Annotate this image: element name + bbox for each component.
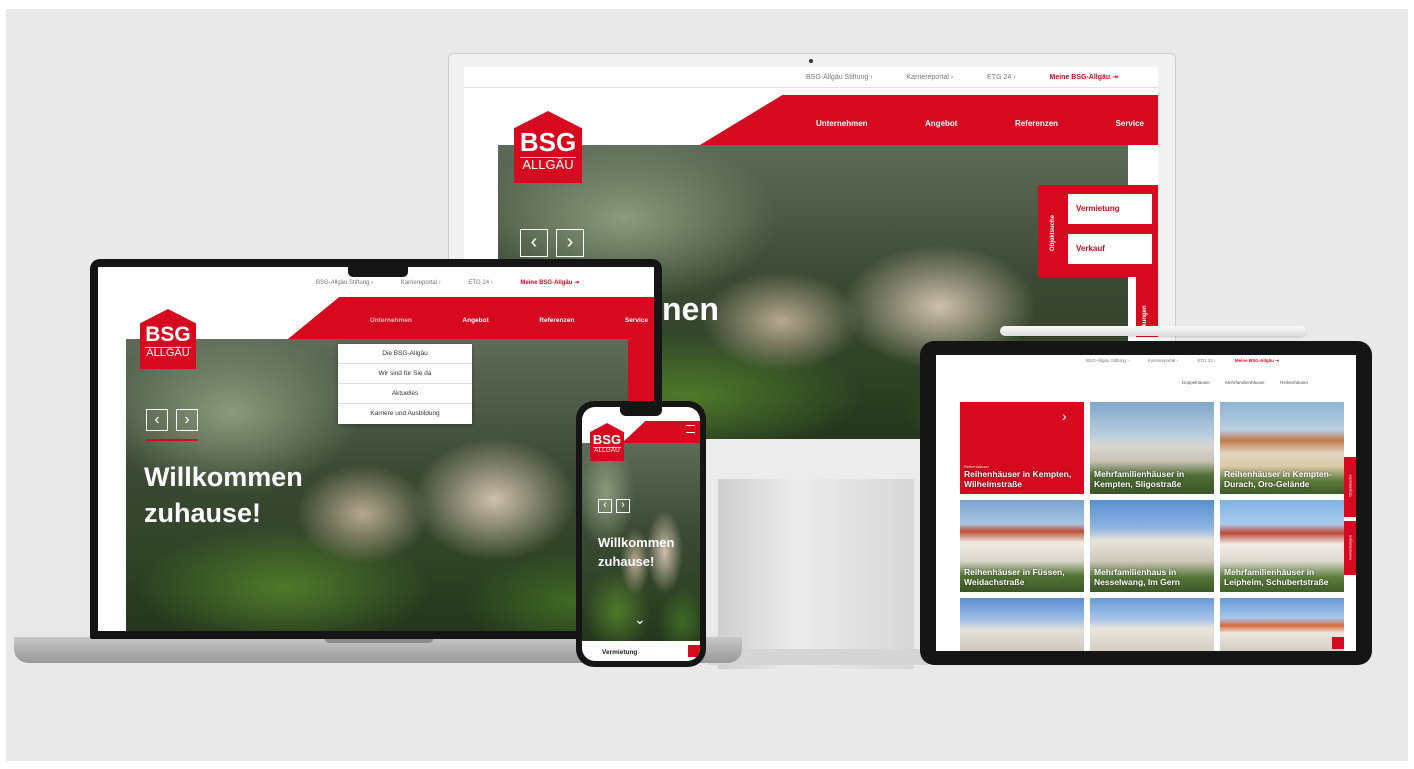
nav-service[interactable]: Service	[1116, 119, 1144, 128]
laptop-link-meine[interactable]: Meine BSG-Allgäu ⇥	[520, 279, 579, 286]
dropdown-item[interactable]: Karriere und Ausbildung	[338, 404, 472, 424]
monitor-logo[interactable]: BSG ALLGÄU	[514, 111, 582, 183]
laptop-top-links: BSG-Allgäu Stiftung › Karriereportal › E…	[316, 279, 579, 286]
monitor-nav: Unternehmen Angebot Referenzen Service	[816, 119, 1156, 128]
tablet-link-etg[interactable]: ETG 24 ›	[1197, 358, 1215, 363]
tablet-objektsuche-label: Objektsuche	[1347, 474, 1353, 497]
tablet-scroll-top-button[interactable]	[1332, 637, 1344, 649]
phone-prev-button[interactable]: ‹	[598, 499, 612, 513]
tablet-screen: BSG-Allgäu Stiftung › Karriereportal › E…	[936, 355, 1356, 651]
laptop-nav: Unternehmen Angebot Referenzen Service	[370, 317, 648, 324]
top-link-etg[interactable]: ETG 24 ›	[987, 74, 1015, 81]
nav-unternehmen[interactable]: Unternehmen	[816, 119, 868, 128]
tablet-anmerkungen-label: Anmerkungen	[1347, 535, 1353, 560]
tablet-link-stiftung[interactable]: BSG-Allgäu Stiftung ›	[1086, 358, 1129, 363]
property-tile	[1220, 598, 1344, 651]
laptop-hero-accent	[146, 439, 198, 441]
phone-logo[interactable]: BSG ALLGÄU	[590, 423, 624, 461]
laptop-nav-service[interactable]: Service	[625, 317, 648, 324]
monitor-camera	[809, 59, 813, 63]
monitor-vermietung-button[interactable]: Vermietung	[1068, 194, 1152, 224]
property-tile[interactable]: Mehrfamilienhäuser in Kempten, Sligostra…	[1090, 402, 1214, 494]
top-link-meine[interactable]: Meine BSG-Allgäu ⇥	[1050, 73, 1118, 81]
laptop-camera-notch	[348, 267, 408, 277]
property-tile[interactable]: › Reihenhäuser Reihenhäuser in Kempten, W…	[960, 402, 1084, 494]
property-tile	[1090, 598, 1214, 651]
property-tile[interactable]: Reihenhäuser in Füssen, Weidachstraße	[960, 500, 1084, 592]
chevron-down-icon[interactable]: ⌄	[634, 611, 646, 628]
monitor-next-button[interactable]: ›	[556, 229, 584, 257]
tablet-link-karriere[interactable]: Karriereportal ›	[1148, 358, 1178, 363]
laptop-nav-unternehmen[interactable]: Unternehmen	[370, 317, 412, 324]
phone-notch	[620, 407, 662, 416]
filter-mehrfamilienhaeuser[interactable]: Mehrfamilienhäuser	[1225, 380, 1265, 385]
monitor-hero-partial: nen	[662, 291, 719, 327]
monitor-prev-button[interactable]: ‹	[520, 229, 548, 257]
monitor-divider	[464, 87, 1158, 88]
laptop-logo[interactable]: BSG ALLGÄU	[140, 309, 196, 369]
tablet-link-meine[interactable]: Meine BSG-Allgäu ⇥	[1235, 358, 1279, 364]
showcase-stage: BSG-Allgäu Stiftung › Karriereportal › E…	[6, 9, 1408, 761]
laptop-link-etg[interactable]: ETG 24 ›	[468, 280, 492, 286]
property-tile	[960, 598, 1084, 651]
property-tile[interactable]: Mehrfamilienhaus in Nesselwang, Im Gern	[1090, 500, 1214, 592]
stylus	[1000, 326, 1306, 336]
tablet-filter-bar: Doppelhäuser Mehrfamilienhäuser Reihenhä…	[1182, 380, 1308, 385]
monitor-objektsuche-label: Objektsuche	[1050, 214, 1056, 251]
laptop-dropdown-menu: Die BSG-Allgäu Wir sind für Sie da Aktue…	[338, 344, 472, 424]
dropdown-item[interactable]: Aktuelles	[338, 384, 472, 404]
phone-menu-icon[interactable]	[686, 425, 695, 433]
monitor-stand-neck	[718, 479, 914, 669]
phone-bottom-label[interactable]: Vermietung	[602, 649, 637, 656]
property-tile[interactable]: Reihenhäuser in Kempten-Durach, Oro-Gelä…	[1220, 402, 1344, 494]
top-link-stiftung[interactable]: BSG-Allgäu Stiftung ›	[806, 74, 873, 81]
phone-bottom-button[interactable]	[688, 645, 700, 657]
phone-hero-title: Willkommen zuhause!	[598, 535, 675, 569]
monitor-verkauf-button[interactable]: Verkauf	[1068, 234, 1152, 264]
laptop-link-karriere[interactable]: Karriereportal ›	[401, 280, 441, 286]
laptop-nav-angebot[interactable]: Angebot	[462, 317, 488, 324]
top-link-karriere[interactable]: Karriereportal ›	[907, 74, 954, 81]
laptop-screen: BSG-Allgäu Stiftung › Karriereportal › E…	[98, 267, 654, 631]
property-tile[interactable]: Mehrfamilienhäuser in Leipheim, Schubert…	[1220, 500, 1344, 592]
laptop-prev-button[interactable]: ‹	[146, 409, 168, 431]
monitor-side-tab-label: rkungen	[1142, 305, 1148, 329]
dropdown-item[interactable]: Wir sind für Sie da	[338, 364, 472, 384]
tablet-top-links: BSG-Allgäu Stiftung › Karriereportal › E…	[1086, 358, 1279, 364]
laptop-link-stiftung[interactable]: BSG-Allgäu Stiftung ›	[316, 280, 373, 286]
phone-screen: BSG ALLGÄU ‹ › Willkommen zuhause! ⌄ Vermi…	[582, 407, 700, 661]
chevron-right-icon: ›	[1062, 408, 1067, 424]
nav-referenzen[interactable]: Referenzen	[1015, 119, 1058, 128]
laptop-next-button[interactable]: ›	[176, 409, 198, 431]
filter-reihenhaeuser[interactable]: Reihenhäuser	[1280, 380, 1308, 385]
dropdown-item[interactable]: Die BSG-Allgäu	[338, 344, 472, 364]
laptop-nav-referenzen[interactable]: Referenzen	[539, 317, 574, 324]
monitor-top-links: BSG-Allgäu Stiftung › Karriereportal › E…	[806, 73, 1118, 81]
nav-angebot[interactable]: Angebot	[925, 119, 957, 128]
filter-doppelhaeuser[interactable]: Doppelhäuser	[1182, 380, 1210, 385]
phone-next-button[interactable]: ›	[616, 499, 630, 513]
laptop-hero-title: Willkommen zuhause!	[144, 462, 303, 528]
